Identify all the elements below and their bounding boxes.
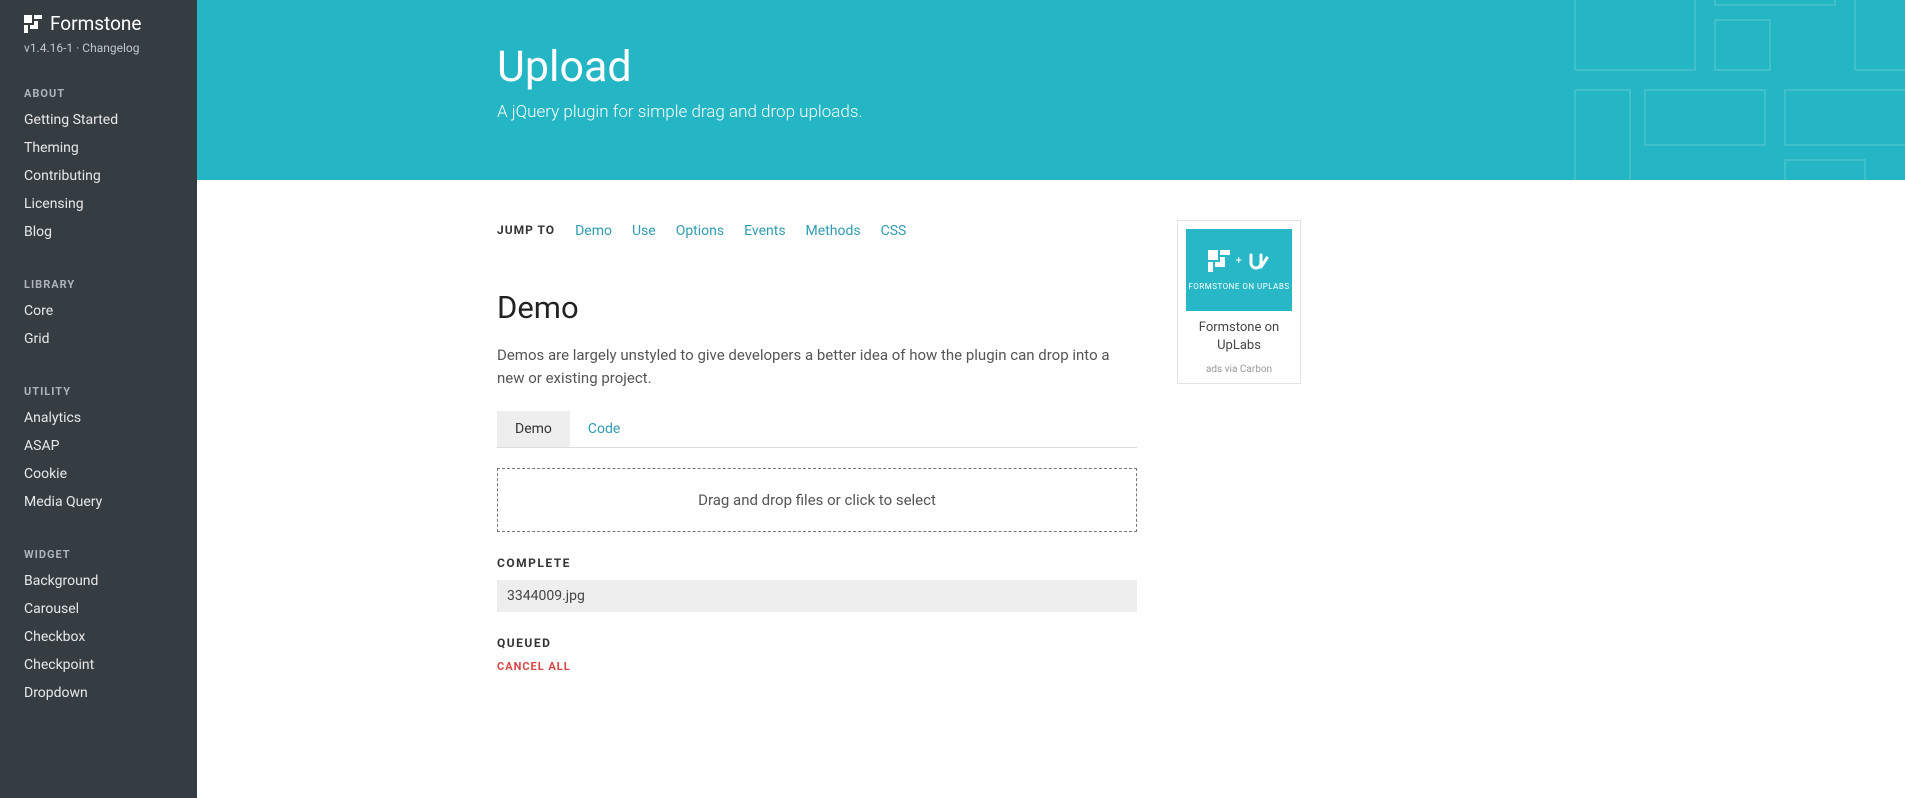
- ad-rail: + FORMSTONE ON UPLABS Formstone on UpLab…: [1177, 220, 1317, 673]
- sidebar-item-carousel[interactable]: Carousel: [0, 595, 197, 623]
- ad-card[interactable]: + FORMSTONE ON UPLABS Formstone on UpLab…: [1177, 220, 1301, 384]
- ad-source: ads via Carbon: [1186, 364, 1292, 375]
- formstone-mini-icon: [1208, 250, 1230, 272]
- sidebar-item-background[interactable]: Background: [0, 567, 197, 595]
- main-content: Upload A jQuery plugin for simple drag a…: [197, 0, 1905, 798]
- page-subtitle: A jQuery plugin for simple drag and drop…: [497, 102, 1137, 122]
- sidebar-item-cookie[interactable]: Cookie: [0, 460, 197, 488]
- upload-dropzone[interactable]: Drag and drop files or click to select: [497, 468, 1137, 532]
- tab-code[interactable]: Code: [570, 411, 638, 447]
- hero: Upload A jQuery plugin for simple drag a…: [197, 0, 1905, 180]
- sidebar-item-licensing[interactable]: Licensing: [0, 190, 197, 218]
- sidebar: Formstone v1.4.16-1 · Changelog ABOUTGet…: [0, 0, 197, 798]
- cancel-all-button[interactable]: CANCEL ALL: [497, 660, 1137, 673]
- uplabs-mini-icon: [1248, 250, 1270, 272]
- sidebar-item-theming[interactable]: Theming: [0, 134, 197, 162]
- hero-pattern-icon: [1565, 0, 1905, 180]
- ad-caption: Formstone on UpLabs: [1186, 319, 1292, 354]
- sidebar-item-dropdown[interactable]: Dropdown: [0, 679, 197, 707]
- jump-link-css[interactable]: CSS: [881, 223, 907, 239]
- complete-heading: COMPLETE: [497, 556, 1137, 570]
- sidebar-item-grid[interactable]: Grid: [0, 325, 197, 353]
- queued-heading: QUEUED: [497, 636, 1137, 650]
- tab-demo[interactable]: Demo: [497, 411, 570, 447]
- nav-heading: LIBRARY: [0, 278, 197, 297]
- jump-link-use[interactable]: Use: [632, 223, 656, 239]
- version-row: v1.4.16-1 · Changelog: [0, 35, 197, 55]
- brand-logo[interactable]: Formstone: [0, 12, 197, 35]
- sidebar-item-checkpoint[interactable]: Checkpoint: [0, 651, 197, 679]
- formstone-logo-icon: [24, 15, 42, 33]
- ad-banner-label: FORMSTONE ON UPLABS: [1188, 282, 1289, 291]
- jump-link-options[interactable]: Options: [676, 223, 724, 239]
- sidebar-item-core[interactable]: Core: [0, 297, 197, 325]
- jump-link-methods[interactable]: Methods: [806, 223, 861, 239]
- sidebar-item-analytics[interactable]: Analytics: [0, 404, 197, 432]
- sidebar-item-checkbox[interactable]: Checkbox: [0, 623, 197, 651]
- nav-heading: UTILITY: [0, 385, 197, 404]
- demo-tabs: Demo Code: [497, 411, 1137, 448]
- demo-description: Demos are largely unstyled to give devel…: [497, 344, 1137, 389]
- complete-file-item: 3344009.jpg: [497, 580, 1137, 612]
- sidebar-item-getting-started[interactable]: Getting Started: [0, 106, 197, 134]
- jump-label: JUMP TO: [497, 223, 555, 237]
- demo-heading: Demo: [497, 289, 1137, 326]
- sidebar-item-asap[interactable]: ASAP: [0, 432, 197, 460]
- page-title: Upload: [497, 42, 1137, 92]
- version-text: v1.4.16-1: [24, 41, 73, 55]
- jump-link-demo[interactable]: Demo: [575, 223, 612, 239]
- nav-heading: ABOUT: [0, 87, 197, 106]
- sidebar-item-media-query[interactable]: Media Query: [0, 488, 197, 516]
- jump-to-nav: JUMP TO Demo Use Options Events Methods CSS: [497, 220, 1137, 239]
- nav-heading: WIDGET: [0, 548, 197, 567]
- sidebar-item-contributing[interactable]: Contributing: [0, 162, 197, 190]
- sidebar-item-blog[interactable]: Blog: [0, 218, 197, 246]
- ad-image: + FORMSTONE ON UPLABS: [1186, 229, 1292, 311]
- jump-link-events[interactable]: Events: [744, 223, 785, 239]
- brand-name: Formstone: [50, 12, 141, 35]
- changelog-link[interactable]: Changelog: [82, 41, 139, 55]
